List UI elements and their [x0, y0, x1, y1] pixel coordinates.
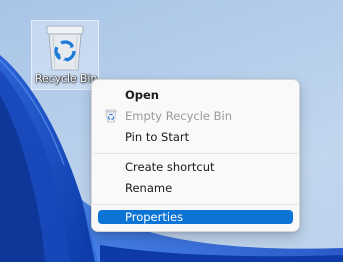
menu-item-label: Properties	[125, 210, 184, 224]
menu-item-pin-to-start[interactable]: Pin to Start	[98, 127, 293, 147]
recycle-bin-icon	[105, 109, 117, 123]
menu-separator	[93, 153, 298, 154]
menu-item-empty-recycle-bin[interactable]: Empty Recycle Bin	[98, 106, 293, 126]
menu-item-properties[interactable]: Properties	[98, 210, 293, 224]
menu-item-create-shortcut[interactable]: Create shortcut	[98, 157, 293, 177]
context-menu: Open Empty Recycle Bin Pin to Start Crea…	[91, 79, 300, 232]
menu-item-label: Open	[125, 88, 159, 102]
recycle-bin-desktop-icon[interactable]: Recycle Bin	[31, 20, 99, 90]
menu-item-open[interactable]: Open	[98, 85, 293, 105]
menu-item-label: Pin to Start	[125, 130, 190, 144]
menu-item-label: Empty Recycle Bin	[125, 109, 233, 123]
menu-item-label: Create shortcut	[125, 160, 215, 174]
menu-separator	[93, 204, 298, 205]
recycle-bin-icon	[46, 25, 84, 71]
recycle-bin-label: Recycle Bin	[35, 72, 98, 85]
menu-item-rename[interactable]: Rename	[98, 178, 293, 198]
menu-item-label: Rename	[125, 181, 173, 195]
